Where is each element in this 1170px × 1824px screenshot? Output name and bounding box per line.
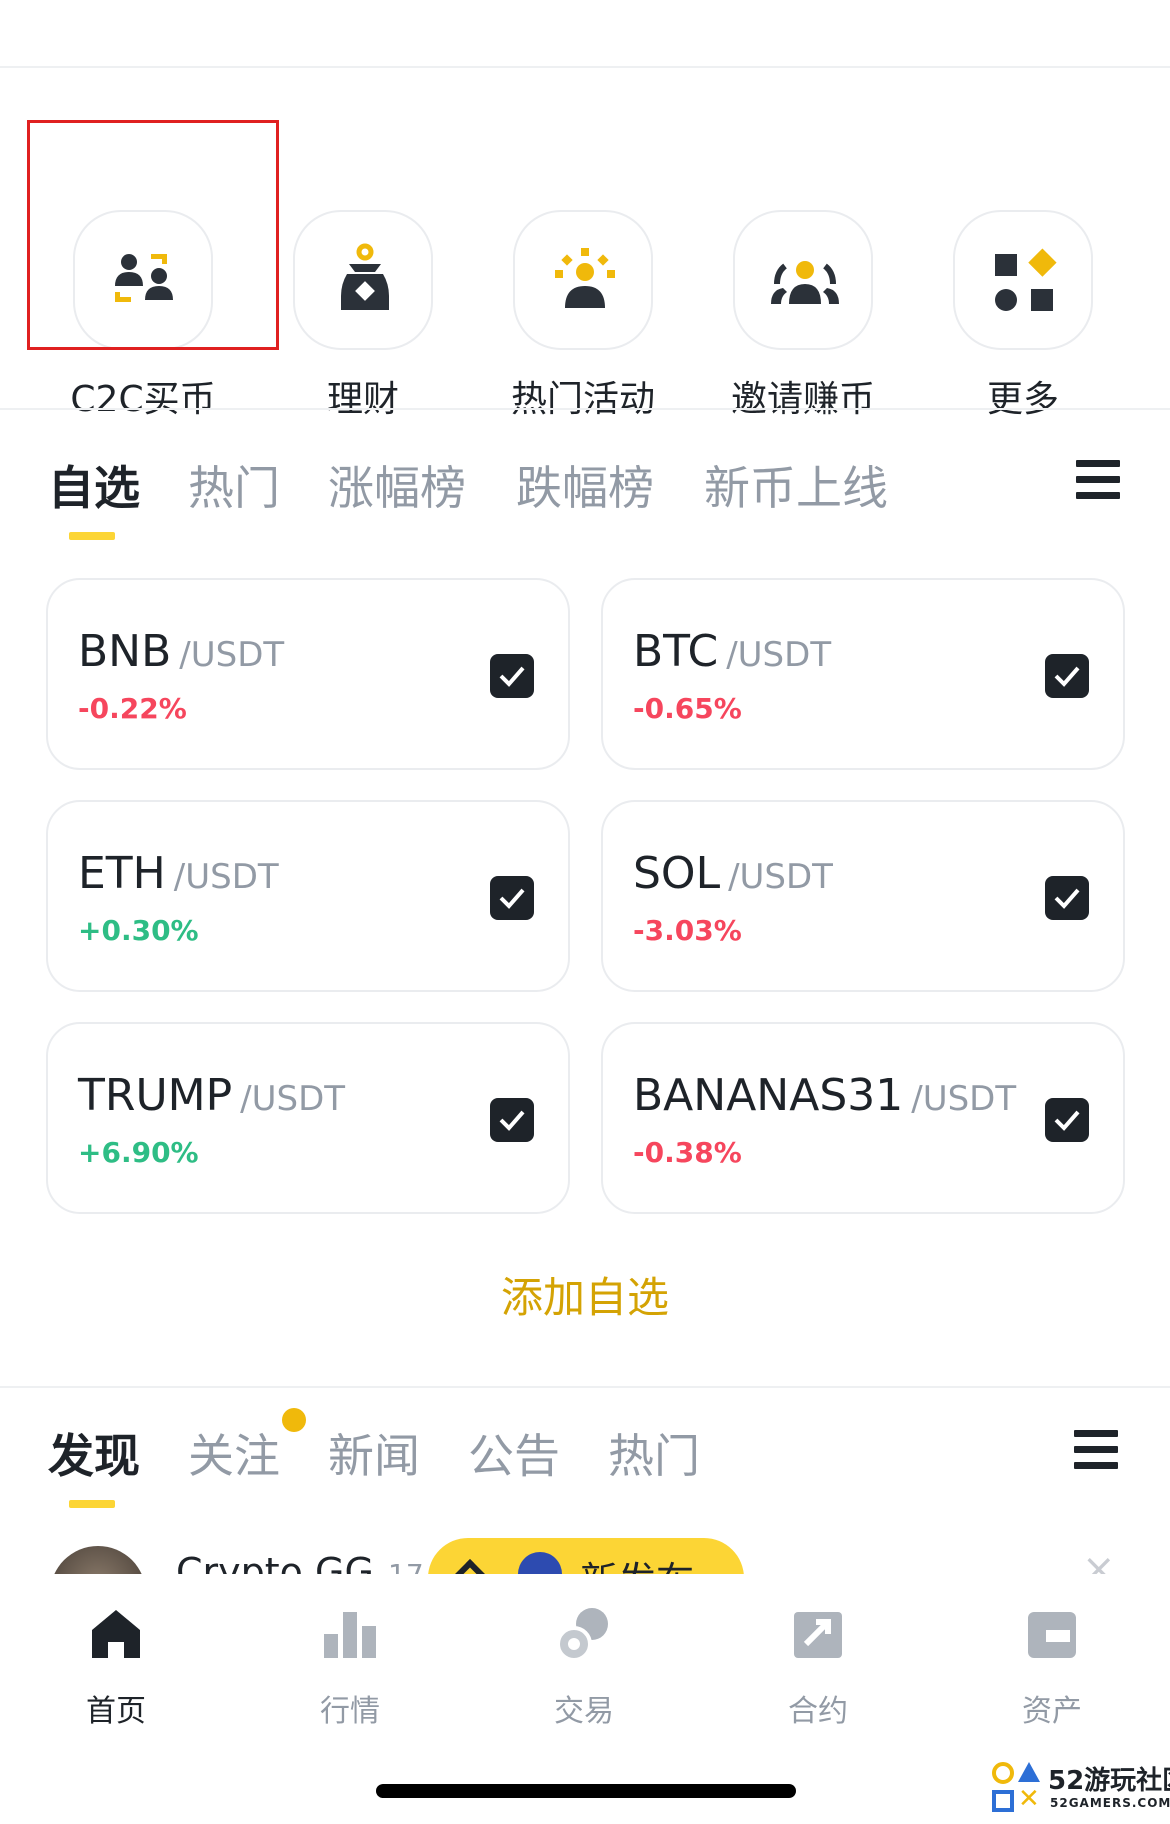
section-divider: [0, 408, 1170, 410]
watchlist-card-bananas31[interactable]: BANANAS31/USDT -0.38%: [601, 1022, 1125, 1214]
pair-base: BANANAS31: [633, 1070, 904, 1121]
section-divider: [0, 1386, 1170, 1388]
quick-action-label: 更多: [986, 379, 1059, 420]
nav-markets[interactable]: 行情: [260, 1604, 440, 1734]
quick-action-earn[interactable]: 理财: [247, 140, 467, 420]
pair-base: SOL: [633, 848, 721, 899]
pair-quote: /USDT: [726, 635, 832, 675]
price-change: +0.30%: [78, 914, 199, 947]
pair-quote: /USDT: [179, 635, 285, 675]
watermark-shapes-icon: ✕: [988, 1756, 1048, 1816]
nav-label: 合约: [788, 1694, 848, 1729]
quick-action-label: C2C买币: [70, 379, 216, 420]
watchlist-card-bnb[interactable]: BNB/USDT -0.22%: [46, 578, 570, 770]
quick-action-hot-activity[interactable]: 热门活动: [467, 140, 687, 420]
nav-futures[interactable]: 合约: [728, 1604, 908, 1734]
pair-quote: /USDT: [911, 1079, 1017, 1119]
invite-group-icon: [733, 210, 873, 350]
watermark-subtitle: 52GAMERS.COM: [1050, 1796, 1170, 1810]
tab-hot[interactable]: 热门: [188, 452, 280, 518]
nav-assets[interactable]: 资产: [962, 1604, 1142, 1734]
c2c-highlight-box: [27, 120, 279, 350]
nav-trade[interactable]: 交易: [494, 1604, 674, 1734]
pair-quote: /USDT: [728, 857, 833, 897]
tab-feed-hot[interactable]: 热门: [608, 1420, 700, 1486]
futures-icon: [794, 1612, 842, 1658]
tab-following[interactable]: 关注: [188, 1420, 280, 1486]
markets-bar-chart-icon: [324, 1612, 376, 1658]
quick-actions-row: C2C买币 理财 热门活动 邀请赚币 更多: [0, 68, 1170, 420]
close-icon[interactable]: ×: [1082, 1546, 1116, 1574]
home-icon: [92, 1610, 140, 1658]
nav-label: 交易: [554, 1694, 614, 1729]
tab-new-listings[interactable]: 新币上线: [704, 452, 888, 518]
quick-action-label: 热门活动: [510, 379, 655, 420]
money-bag-icon: [293, 210, 433, 350]
more-grid-icon: [953, 210, 1093, 350]
checkbox-checked-icon[interactable]: [1045, 876, 1089, 920]
arrow-up-icon: [453, 1559, 487, 1574]
tab-losers[interactable]: 跌幅榜: [516, 452, 654, 518]
quick-action-label: 邀请赚币: [730, 379, 875, 420]
price-change: +6.90%: [78, 1136, 199, 1169]
checkbox-checked-icon[interactable]: [490, 876, 534, 920]
price-change: -0.38%: [633, 1136, 742, 1169]
feed-preview: Crypto GG 17 新发布 ×: [0, 1510, 1170, 1574]
pair-base: BNB: [78, 626, 172, 677]
price-change: -0.65%: [633, 692, 742, 725]
add-watchlist-button[interactable]: 添加自选: [0, 1264, 1170, 1325]
nav-label: 行情: [320, 1694, 380, 1729]
checkbox-checked-icon[interactable]: [490, 654, 534, 698]
pair-base: TRUMP: [78, 1070, 233, 1121]
home-indicator: [376, 1784, 796, 1798]
post-author[interactable]: Crypto GG: [176, 1550, 374, 1574]
watermark-title: 52游玩社区: [1048, 1766, 1170, 1796]
new-post-button[interactable]: 新发布: [428, 1538, 744, 1574]
checkbox-checked-icon[interactable]: [1045, 654, 1089, 698]
watermark-logo: ✕ 52游玩社区 52GAMERS.COM: [988, 1756, 1170, 1820]
quick-action-invite[interactable]: 邀请赚币: [687, 140, 907, 420]
feed-tabs: 发现 关注 新闻 公告 热门: [48, 1420, 1128, 1500]
trade-icon: [556, 1608, 608, 1662]
tab-discover[interactable]: 发现: [48, 1420, 140, 1486]
pair-quote: /USDT: [173, 857, 279, 897]
feed-tab-active-indicator: [69, 1500, 115, 1508]
nav-label: 首页: [86, 1694, 146, 1729]
feed-menu-icon[interactable]: [1074, 1430, 1118, 1470]
avatar[interactable]: [50, 1546, 146, 1574]
pair-quote: /USDT: [240, 1079, 346, 1119]
nav-home[interactable]: 首页: [26, 1604, 206, 1734]
pair-base: ETH: [78, 848, 166, 899]
checkbox-checked-icon[interactable]: [1045, 1098, 1089, 1142]
market-tabs: 自选 热门 涨幅榜 跌幅榜 新币上线: [48, 452, 1128, 532]
price-change: -0.22%: [78, 692, 187, 725]
wallet-icon: [1028, 1612, 1076, 1658]
hot-activity-icon: [513, 210, 653, 350]
tab-announcements[interactable]: 公告: [468, 1420, 560, 1486]
tab-watchlist[interactable]: 自选: [48, 452, 140, 518]
checkbox-checked-icon[interactable]: [490, 1098, 534, 1142]
top-bar: [0, 0, 1170, 68]
watchlist-card-btc[interactable]: BTC/USDT -0.65%: [601, 578, 1125, 770]
quick-action-more[interactable]: 更多: [907, 140, 1127, 420]
watchlist-card-sol[interactable]: SOL/USDT -3.03%: [601, 800, 1125, 992]
nav-label: 资产: [1022, 1694, 1082, 1729]
avatar-badge-icon: [518, 1552, 562, 1574]
watchlist-card-eth[interactable]: ETH/USDT +0.30%: [46, 800, 570, 992]
post-meta: 17: [388, 1558, 424, 1574]
tab-news[interactable]: 新闻: [328, 1420, 420, 1486]
quick-action-label: 理财: [326, 379, 399, 420]
following-notification-dot: [282, 1408, 306, 1432]
watchlist-card-trump[interactable]: TRUMP/USDT +6.90%: [46, 1022, 570, 1214]
tab-active-indicator: [69, 532, 115, 540]
pair-base: BTC: [633, 626, 719, 677]
new-post-label: 新发布: [580, 1550, 694, 1574]
market-menu-icon[interactable]: [1076, 460, 1120, 500]
price-change: -3.03%: [633, 914, 742, 947]
tab-gainers[interactable]: 涨幅榜: [328, 452, 466, 518]
